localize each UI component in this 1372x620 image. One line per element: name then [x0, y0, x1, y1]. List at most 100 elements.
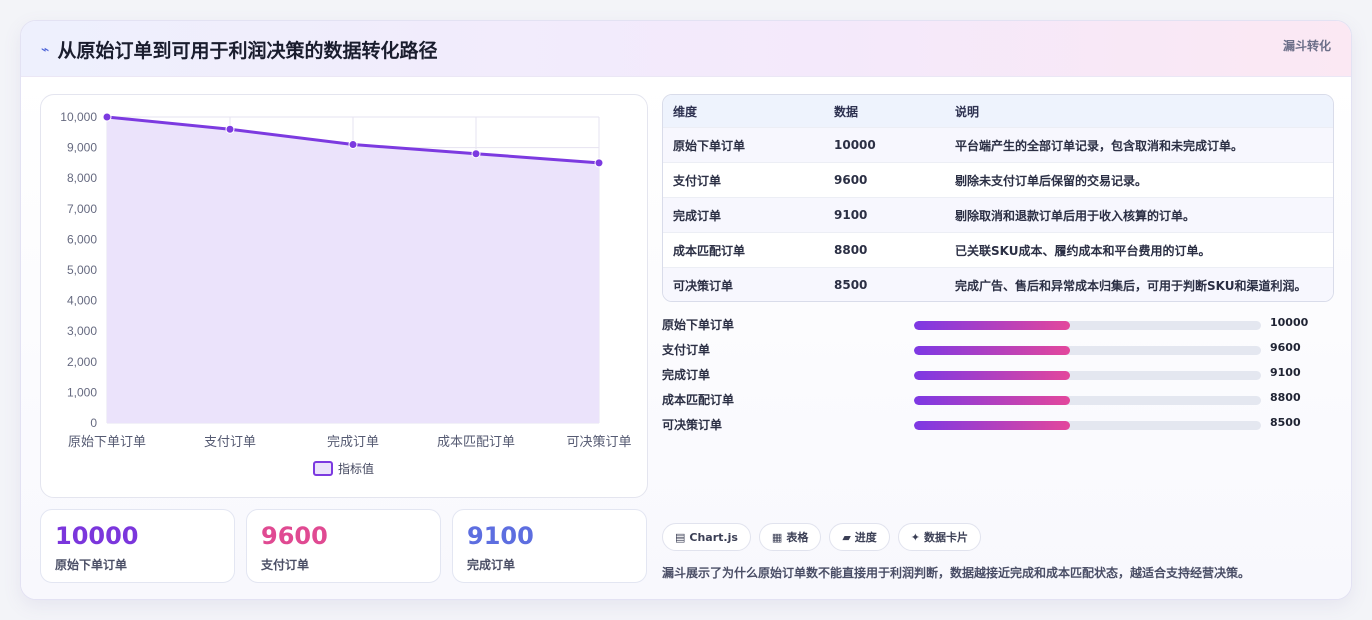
- footer-note: 漏斗展示了为什么原始订单数不能直接用于利润判断，数据越接近完成和成本匹配状态，越…: [662, 566, 1251, 580]
- progress-track: [914, 396, 1261, 405]
- data-point: [471, 149, 481, 159]
- table-cell: 9600: [834, 173, 868, 187]
- progress-icon: ▰: [842, 530, 851, 544]
- data-point: [102, 112, 112, 122]
- progress-track: [914, 346, 1261, 355]
- table-cell: 完成订单: [673, 208, 722, 223]
- x-tick-label: 原始下单订单: [68, 435, 146, 450]
- y-tick-label: 3,000: [67, 324, 97, 338]
- x-tick-label: 支付订单: [204, 435, 256, 450]
- progress-label: 完成订单: [662, 368, 711, 382]
- table-row: 支付订单 9600 剔除未支付订单后保留的交易记录。: [663, 162, 1333, 197]
- chip-label: 进度: [854, 531, 877, 544]
- kpi-value: 9600: [261, 522, 328, 550]
- progress-label: 成本匹配订单: [662, 393, 735, 407]
- table-header-cell: 说明: [955, 104, 980, 119]
- table-header-cell: 维度: [673, 104, 698, 119]
- progress-track: [914, 421, 1261, 430]
- progress-fill: [914, 371, 1071, 380]
- table-cell: 8500: [834, 278, 868, 292]
- y-tick-label: 6,000: [67, 232, 97, 246]
- progress-fill: [914, 421, 1071, 430]
- y-tick-label: 8,000: [67, 171, 97, 185]
- table-cell: 8800: [834, 243, 868, 257]
- category-tag: 漏斗转化: [1282, 39, 1331, 53]
- title-group: ⌁ 从原始订单到可用于利润决策的数据转化路径: [41, 36, 437, 63]
- table-icon: ▦: [771, 530, 783, 544]
- progress-value: 8500: [1270, 416, 1301, 429]
- chip-label: 数据卡片: [924, 531, 969, 544]
- x-tick-label: 可决策订单: [566, 434, 631, 450]
- progress-row: 完成订单 9100: [662, 362, 1322, 387]
- progress-row: 支付订单 9600: [662, 337, 1322, 362]
- data-point: [348, 140, 358, 150]
- data-point: [594, 158, 604, 168]
- progress-label: 支付订单: [662, 343, 711, 357]
- y-tick-label: 10,000: [60, 110, 97, 124]
- progress-row: 原始下单订单 10000: [662, 312, 1322, 337]
- chip-data-card[interactable]: ✦ 数据卡片: [897, 523, 982, 551]
- legend-label: 指标值: [338, 461, 374, 476]
- page-title: 从原始订单到可用于利润决策的数据转化路径: [57, 40, 438, 62]
- table-cell: 完成广告、售后和异常成本归集后，可用于判断SKU和渠道利润。: [955, 278, 1307, 293]
- table-cell: 10000: [834, 138, 876, 152]
- kpi-label: 支付订单: [261, 558, 310, 572]
- kpi-card-0: 10000 原始下单订单: [40, 509, 235, 583]
- data-point: [225, 124, 235, 134]
- table-cell: 支付订单: [673, 173, 722, 188]
- line-chart: 0 1,000 2,000 3,000 4,000 5,000 6,000 7,000 8,00…: [60, 110, 632, 476]
- chip-label: 表格: [786, 531, 809, 544]
- table-header-row: 维度 数据 说明: [663, 95, 1333, 127]
- y-tick-label: 9,000: [67, 141, 97, 155]
- table-cell: 已关联SKU成本、履约成本和平台费用的订单。: [955, 243, 1211, 258]
- kpi-row: 10000 原始下单订单 9600 支付订单 9100 完成订单: [40, 509, 647, 583]
- x-tick-label: 成本匹配订单: [437, 435, 515, 450]
- card-icon: ✦: [910, 530, 921, 544]
- kpi-value: 9100: [467, 522, 534, 550]
- chip-table[interactable]: ▦ 表格: [758, 523, 822, 551]
- chip-progress[interactable]: ▰ 进度: [829, 523, 890, 551]
- table-cell: 剔除取消和退款订单后用于收入核算的订单。: [955, 208, 1196, 223]
- progress-value: 10000: [1270, 316, 1309, 329]
- chip-chartjs[interactable]: ▤ Chart.js: [662, 523, 751, 551]
- progress-fill: [914, 321, 1071, 330]
- progress-label: 原始下单订单: [662, 318, 735, 332]
- y-tick-label: 5,000: [67, 263, 97, 277]
- table-cell: 成本匹配订单: [673, 243, 746, 258]
- kpi-label: 原始下单订单: [55, 558, 128, 572]
- progress-track: [914, 321, 1261, 330]
- progress-list: 原始下单订单 10000 支付订单 9600 完成订单 9100 成本匹配订单 …: [662, 312, 1322, 437]
- progress-fill: [914, 396, 1071, 405]
- kpi-card-1: 9600 支付订单: [246, 509, 441, 583]
- table-cell: 原始下单订单: [673, 138, 746, 153]
- data-table: 维度 数据 说明 原始下单订单 10000 平台端产生的全部订单记录，包含取消和…: [662, 94, 1334, 302]
- table-row: 完成订单 9100 剔除取消和退款订单后用于收入核算的订单。: [663, 197, 1333, 232]
- kpi-value: 10000: [55, 522, 139, 550]
- progress-track: [914, 371, 1261, 380]
- progress-value: 8800: [1270, 391, 1301, 404]
- card-header: ⌁ 从原始订单到可用于利润决策的数据转化路径 漏斗转化: [21, 21, 1351, 77]
- y-tick-label: 0: [90, 416, 97, 430]
- y-tick-label: 1,000: [67, 385, 97, 399]
- legend-swatch: [313, 461, 333, 476]
- progress-row: 成本匹配订单 8800: [662, 387, 1322, 412]
- progress-label: 可决策订单: [662, 418, 723, 432]
- feature-chips: ▤ Chart.js ▦ 表格 ▰ 进度 ✦ 数据卡片: [662, 523, 982, 551]
- table-cell: 平台端产生的全部订单记录，包含取消和未完成订单。: [955, 138, 1244, 153]
- y-tick-label: 4,000: [67, 294, 97, 308]
- table-cell: 9100: [834, 208, 868, 222]
- progress-value: 9600: [1270, 341, 1301, 354]
- chart-icon: ▤: [675, 530, 686, 544]
- table-row: 可决策订单 8500 完成广告、售后和异常成本归集后，可用于判断SKU和渠道利润…: [663, 267, 1333, 301]
- table-cell: 剔除未支付订单后保留的交易记录。: [955, 173, 1148, 188]
- kpi-label: 完成订单: [467, 558, 516, 572]
- y-tick-label: 2,000: [67, 355, 97, 369]
- line-chart-panel: 0 1,000 2,000 3,000 4,000 5,000 6,000 7,000 8,00…: [40, 94, 648, 498]
- x-tick-label: 完成订单: [327, 435, 379, 450]
- progress-fill: [914, 346, 1071, 355]
- table-row: 成本匹配订单 8800 已关联SKU成本、履约成本和平台费用的订单。: [663, 232, 1333, 267]
- progress-row: 可决策订单 8500: [662, 412, 1322, 437]
- sparkle-icon: ⌁: [41, 41, 50, 58]
- progress-value: 9100: [1270, 366, 1301, 379]
- funnel-card: ⌁ 从原始订单到可用于利润决策的数据转化路径 漏斗转化 0 1,000 2,000 3…: [20, 20, 1352, 600]
